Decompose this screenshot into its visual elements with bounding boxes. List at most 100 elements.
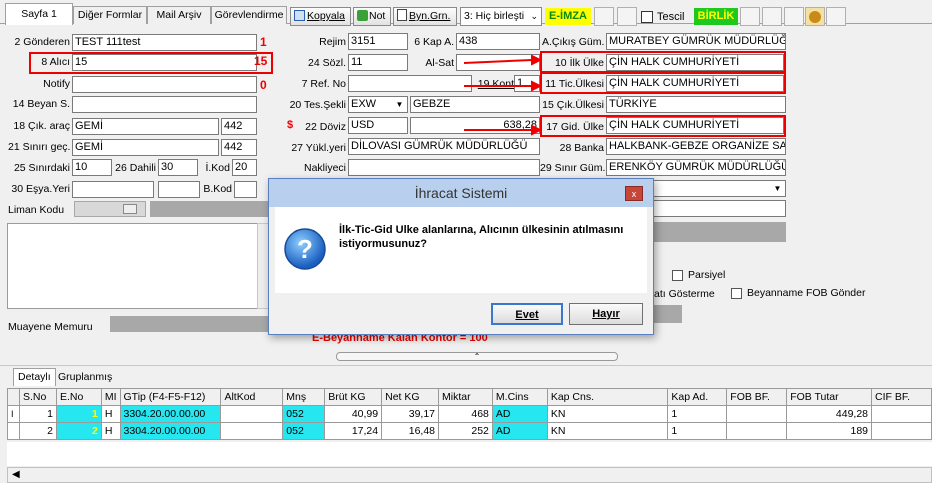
- tab-diger-formlar[interactable]: Diğer Formlar: [73, 6, 147, 24]
- blank-button-3[interactable]: [740, 7, 760, 26]
- close-button[interactable]: x: [625, 186, 643, 201]
- notes-textarea[interactable]: [7, 223, 258, 309]
- sinir-gum-field[interactable]: ERENKÖY GÜMRÜK MÜDÜRLÜĞÜ: [606, 159, 786, 176]
- cell-gtip[interactable]: 3304.20.00.00.00: [119, 405, 222, 423]
- gid-ulke-field[interactable]: ÇİN HALK CUMHURİYETİ: [606, 117, 784, 134]
- cell-kapad[interactable]: 1: [667, 405, 728, 423]
- tab-gorevlendirme[interactable]: Görevlendirme: [211, 6, 287, 24]
- col-miktar[interactable]: Miktar: [438, 388, 493, 406]
- evet-button[interactable]: Evet: [491, 303, 563, 325]
- cell-mcins[interactable]: AD: [491, 422, 548, 440]
- cell-mns[interactable]: 052: [282, 422, 326, 440]
- esya-yeri-code-field[interactable]: [158, 181, 200, 198]
- extra-select[interactable]: ▼: [650, 180, 786, 197]
- cell-eno[interactable]: 1: [55, 405, 102, 423]
- dahili-field[interactable]: 30: [158, 159, 198, 176]
- notify-field[interactable]: [72, 76, 257, 93]
- cell-mns[interactable]: 052: [282, 405, 326, 423]
- ilk-ulke-field[interactable]: ÇİN HALK CUMHURİYETİ: [606, 54, 784, 71]
- cell-brut[interactable]: 17,24: [324, 422, 383, 440]
- blank-button-5[interactable]: [784, 7, 804, 26]
- tes-sekli-select[interactable]: EXW ▼: [348, 96, 408, 113]
- col-fobtutar[interactable]: FOB Tutar: [786, 388, 873, 406]
- col-sno[interactable]: S.No: [18, 388, 57, 406]
- cik-ulkesi-field[interactable]: TÜRKİYE: [606, 96, 786, 113]
- key-button[interactable]: [805, 7, 825, 26]
- bkod-field[interactable]: [234, 181, 257, 198]
- hayir-button[interactable]: Hayır: [569, 303, 643, 325]
- sinir-gec-code-field[interactable]: 442: [221, 139, 257, 156]
- esya-yeri-field[interactable]: [72, 181, 154, 198]
- tab-sayfa1[interactable]: Sayfa 1: [5, 3, 73, 25]
- gonderen-field[interactable]: TEST 111test: [72, 34, 257, 51]
- ref-no-field[interactable]: [348, 75, 472, 92]
- col-brut[interactable]: Brüt KG: [324, 388, 383, 406]
- col-mi[interactable]: MI: [100, 388, 121, 406]
- cell-kapad[interactable]: 1: [667, 422, 728, 440]
- rejim-field[interactable]: 3151: [348, 33, 408, 50]
- cell-sno[interactable]: 2: [18, 422, 57, 440]
- fob-checkbox[interactable]: [731, 288, 742, 299]
- blank-button-6[interactable]: [826, 7, 846, 26]
- horizontal-scrollbar[interactable]: ◀: [7, 467, 932, 483]
- sozl-field[interactable]: 11: [348, 54, 408, 71]
- birlestirme-select[interactable]: 3: Hiç birleşti ⌄: [460, 7, 542, 26]
- table-row[interactable]: 2 2 H 3304.20.00.00.00 052 17,24 16,48 2…: [7, 422, 932, 440]
- kopyala-button[interactable]: Kopyala: [290, 7, 351, 26]
- cik-arac-field[interactable]: GEMİ: [72, 118, 219, 135]
- col-net[interactable]: Net KG: [381, 388, 440, 406]
- col-mns[interactable]: Mnş: [282, 388, 326, 406]
- cell-gtip[interactable]: 3304.20.00.00.00: [119, 422, 222, 440]
- liman-kodu-field[interactable]: [74, 201, 146, 217]
- cell-mi[interactable]: H: [100, 405, 121, 423]
- splitter-handle[interactable]: ⌃: [336, 352, 618, 361]
- blank-button-4[interactable]: [762, 7, 782, 26]
- col-kapad[interactable]: Kap Ad.: [667, 388, 728, 406]
- tescil-checkbox[interactable]: [641, 11, 653, 23]
- col-mcins[interactable]: M.Cins: [491, 388, 548, 406]
- tab-mail-arsiv[interactable]: Mail Arşiv: [147, 6, 211, 24]
- kap-a-field[interactable]: 438: [456, 33, 540, 50]
- cell-altkod[interactable]: [220, 422, 284, 440]
- cell-mi[interactable]: H: [100, 422, 121, 440]
- tab-gruplanmis[interactable]: Gruplanmış: [58, 369, 112, 386]
- beyan-guncelle-button[interactable]: Byn.Grn.: [393, 7, 457, 26]
- cell-altkod[interactable]: [220, 405, 284, 423]
- col-fobbf[interactable]: FOB BF.: [726, 388, 788, 406]
- not-button[interactable]: Not: [353, 7, 391, 26]
- alici-field[interactable]: 15: [72, 54, 257, 71]
- col-cifbf[interactable]: CIF BF.: [871, 388, 932, 406]
- cell-net[interactable]: 39,17: [381, 405, 440, 423]
- extra-field[interactable]: [650, 200, 786, 217]
- e-imza-button[interactable]: E-İMZA: [545, 8, 591, 25]
- col-eno[interactable]: E.No: [55, 388, 102, 406]
- table-row[interactable]: I 1 1 H 3304.20.00.00.00 052 40,99 39,17…: [7, 405, 932, 423]
- birlik-button[interactable]: BİRLİK: [694, 8, 738, 25]
- cell-kapcns[interactable]: KN: [546, 422, 669, 440]
- cell-net[interactable]: 16,48: [381, 422, 440, 440]
- col-altkod[interactable]: AltKod: [220, 388, 284, 406]
- cell-miktar[interactable]: 468: [438, 405, 493, 423]
- ikod-field[interactable]: 20: [232, 159, 257, 176]
- cell-cifbf[interactable]: [871, 405, 932, 423]
- cell-fobbf[interactable]: [726, 422, 788, 440]
- sinirdaki-field[interactable]: 10: [72, 159, 112, 176]
- cell-cifbf[interactable]: [871, 422, 932, 440]
- yukl-yeri-field[interactable]: DİLOVASI GÜMRÜK MÜDÜRLÜĞÜ: [348, 138, 540, 155]
- tic-ulkesi-field[interactable]: ÇİN HALK CUMHURİYETİ: [606, 75, 784, 92]
- cell-mcins[interactable]: AD: [491, 405, 548, 423]
- banka-field[interactable]: HALKBANK-GEBZE ORGANİZE SA: [606, 138, 786, 155]
- cik-arac-code-field[interactable]: 442: [221, 118, 257, 135]
- cell-brut[interactable]: 40,99: [324, 405, 383, 423]
- a-cikis-gum-field[interactable]: MURATBEY GÜMRÜK MÜDÜRLÜĞ: [606, 33, 786, 50]
- cell-miktar[interactable]: 252: [438, 422, 493, 440]
- cell-fobbf[interactable]: [726, 405, 788, 423]
- parsiyel-checkbox[interactable]: [672, 270, 683, 281]
- cell-sno[interactable]: 1: [18, 405, 57, 423]
- cell-eno[interactable]: 2: [55, 422, 102, 440]
- sinir-gec-field[interactable]: GEMİ: [72, 139, 219, 156]
- col-kapcns[interactable]: Kap Cns.: [546, 388, 669, 406]
- tab-detayli[interactable]: Detaylı: [13, 368, 56, 386]
- beyan-s-field[interactable]: [72, 96, 257, 113]
- blank-button-2[interactable]: [617, 7, 637, 26]
